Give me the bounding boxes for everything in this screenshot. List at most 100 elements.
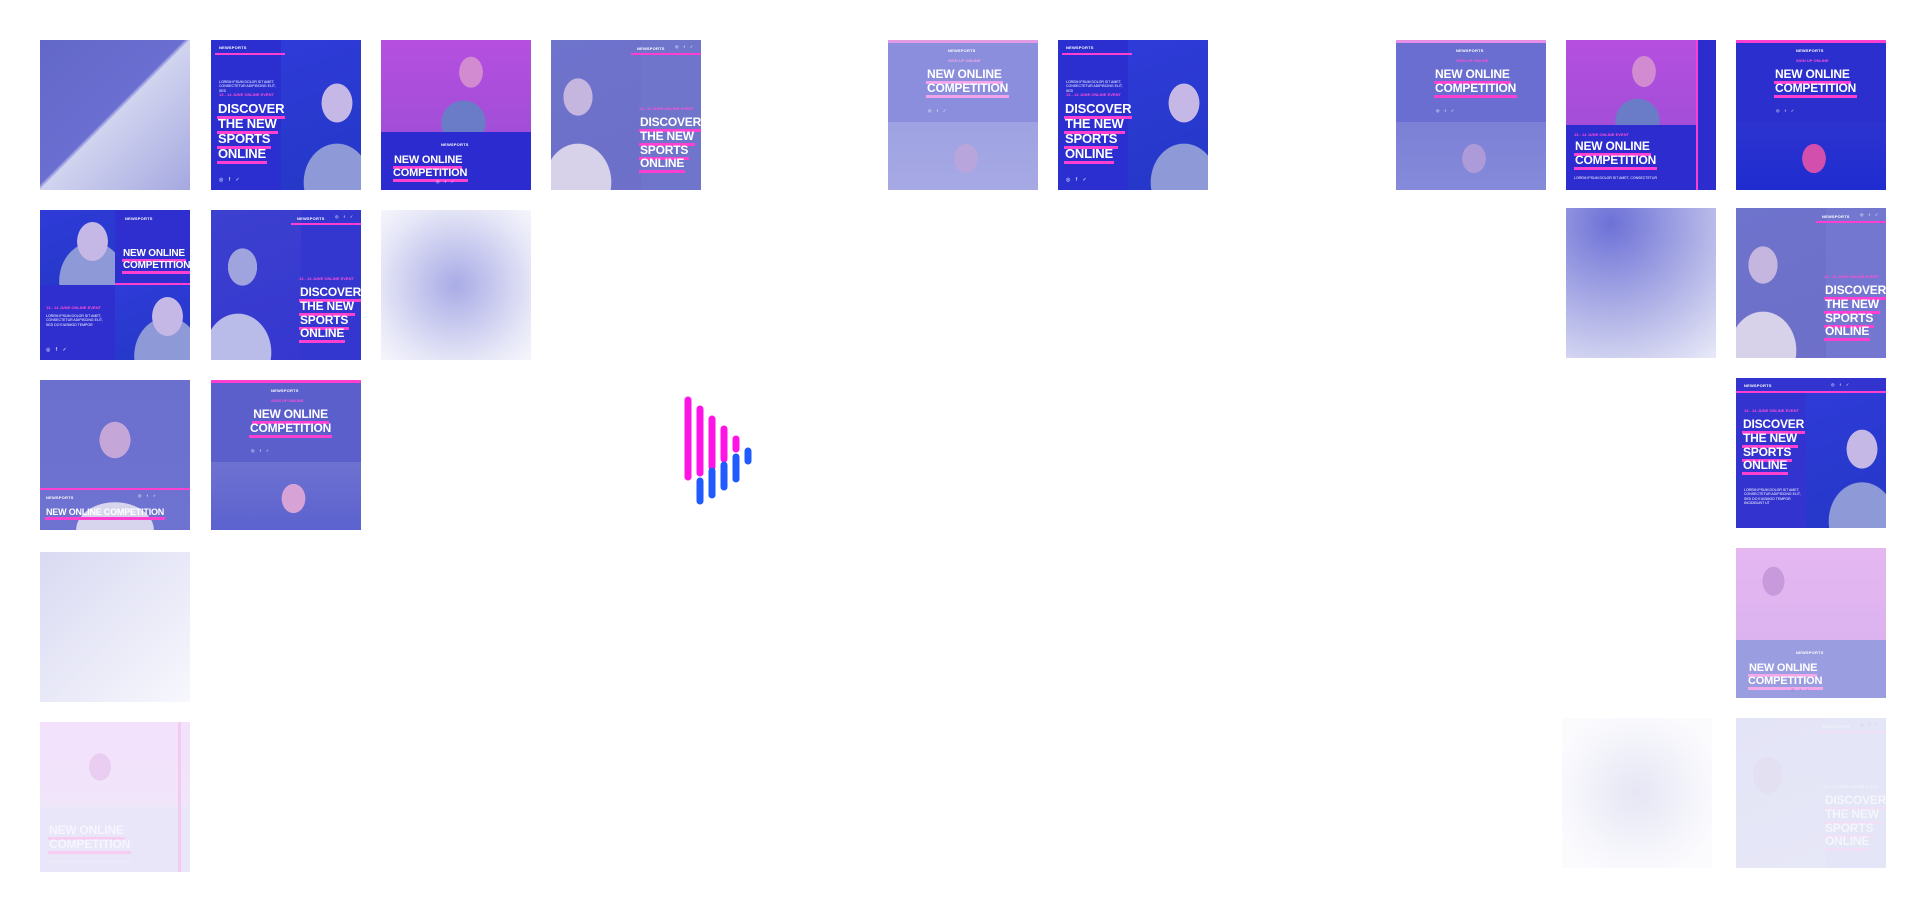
event-date: 13 - 14 JUNE ONLINE EVENT xyxy=(46,305,101,310)
headline: DISCOVER THE NEW SPORTS ONLINE xyxy=(1742,417,1806,476)
brand-logo: NEWSPORTS xyxy=(219,45,247,50)
accent-bar xyxy=(1816,221,1886,223)
template-thumbnail[interactable] xyxy=(40,40,190,190)
brand-logo: NEWSPORTS xyxy=(271,388,299,393)
accent-bar xyxy=(115,283,190,285)
template-thumbnail[interactable]: NEWSPORTS NEW ONLINE COMPETITION ◎ f ✓ xyxy=(1736,548,1886,698)
brand-logo: NEWSPORTS xyxy=(441,142,469,147)
headline: NEW ONLINE COMPETITION xyxy=(393,154,531,182)
gamer-photo xyxy=(1736,718,1826,868)
template-thumbnail[interactable]: NEWSPORTS SIGN UP ONLINE NEW ONLINE COMP… xyxy=(888,40,1038,190)
body-text: LOREM IPSUM DOLOR SIT AMET, CONSECTETUR … xyxy=(1744,488,1801,506)
event-date: 13 - 14 JUNE ONLINE EVENT xyxy=(299,276,354,281)
accent-bar xyxy=(1736,40,1886,43)
loading-placeholder xyxy=(1566,208,1716,358)
signup-text: SIGN UP ONLINE xyxy=(1796,58,1829,63)
headline: DISCOVER THE NEW SPORTS ONLINE xyxy=(217,101,286,164)
headline: DISCOVER THE NEW SPORTS ONLINE xyxy=(1824,283,1886,342)
headline: DISCOVER THE NEW SPORTS ONLINE xyxy=(639,115,701,174)
social-icons: ◎ f ✓ xyxy=(1860,212,1881,217)
template-thumbnail[interactable]: NEWSPORTS NEW ONLINE COMPETITION ◎ f ✓ xyxy=(381,40,531,190)
template-thumbnail[interactable]: NEWSPORTS ◎ f ✓ 13 - 14 JUNE ONLINE EVEN… xyxy=(1736,208,1886,358)
social-icons: ◎ f ✓ xyxy=(1436,108,1457,113)
accent-bar xyxy=(888,40,1038,43)
template-thumbnail[interactable]: NEWSPORTS ◎ f ✓ NEW ONLINE COMPETITION xyxy=(40,380,190,530)
accent-bar xyxy=(1696,40,1698,190)
social-icons: ◎ f ✓ xyxy=(138,493,159,498)
social-icons: ◎ f ✓ xyxy=(251,448,272,453)
side-strip xyxy=(1698,40,1716,190)
brand-logo: NEWSPORTS xyxy=(637,46,665,51)
brand-logo: NEWSPORTS xyxy=(125,216,153,221)
template-thumbnail[interactable]: NEWSPORTS ◎ f ✓ 13 - 14 JUNE ONLINE EVEN… xyxy=(551,40,701,190)
social-icons: ◎ f ✓ xyxy=(1831,382,1852,387)
headline: NEW ONLINE COMPETITION xyxy=(45,507,166,520)
headline: NEW ONLINE COMPETITION xyxy=(122,248,190,274)
app-logo-icon xyxy=(684,396,752,505)
event-date: 13 - 14 JUNE ONLINE EVENT xyxy=(1744,408,1799,413)
social-icons: ◎ f ✓ xyxy=(46,347,69,353)
template-thumbnail[interactable]: NEWSPORTS SIGN UP ONLINE NEW ONLINE COMP… xyxy=(211,380,361,530)
body-text: LOREM IPSUM DOLOR SIT AMET, CONSECTETUR … xyxy=(46,314,103,327)
gradient-placeholder xyxy=(381,210,531,360)
template-thumbnail[interactable]: NEWSPORTS ◎ f ✓ 13 - 14 JUNE ONLINE EVEN… xyxy=(1736,378,1886,528)
gamer-photo xyxy=(1396,120,1546,190)
headline: NEW ONLINE COMPETITION xyxy=(249,407,333,438)
social-icons: ◎ f ✓ xyxy=(436,179,457,184)
template-thumbnail[interactable]: NEWSPORTS ◎ f ✓ 13 - 14 JUNE ONLINE EVEN… xyxy=(211,210,361,360)
social-icons: ◎ f ✓ xyxy=(675,44,696,49)
template-thumbnail[interactable]: NEWSPORTS LOREM IPSUM DOLOR SIT AMET, CO… xyxy=(211,40,361,190)
template-thumbnail[interactable]: NEWSPORTS SIGN UP ONLINE NEW ONLINE COMP… xyxy=(1736,40,1886,190)
accent-bar xyxy=(1736,391,1886,393)
gradient-placeholder xyxy=(1566,208,1716,358)
brand-logo: NEWSPORTS xyxy=(46,495,74,500)
template-thumbnail[interactable]: NEW ONLINE COMPETITION LOREM IPSUM DOLOR… xyxy=(40,722,190,872)
template-thumbnail[interactable]: NEWSPORTS ◎ f ✓ 13 - 14 JUNE ONLINE EVEN… xyxy=(1736,718,1886,868)
brand-logo: NEWSPORTS xyxy=(1796,48,1824,53)
gradient-placeholder xyxy=(40,552,190,702)
social-icons: ◎ f ✓ xyxy=(219,177,242,183)
headline: NEW ONLINE COMPETITION xyxy=(1774,67,1858,98)
gamer-photo xyxy=(1736,120,1886,190)
gradient-placeholder xyxy=(1562,718,1712,868)
gamer-photo xyxy=(281,40,361,190)
brand-logo: NEWSPORTS xyxy=(297,216,325,221)
gamer-photo xyxy=(551,40,641,190)
social-icons: ◎ f ✓ xyxy=(1066,177,1089,183)
headline: NEW ONLINE COMPETITION xyxy=(1434,67,1518,98)
brand-logo: NEWSPORTS xyxy=(1822,214,1850,219)
brand-logo: NEWSPORTS xyxy=(948,48,976,53)
brand-logo: NEWSPORTS xyxy=(1066,45,1094,50)
vr-photo xyxy=(1566,40,1696,130)
template-thumbnail[interactable]: NEWSPORTS LOREM IPSUM DOLOR SIT AMET, CO… xyxy=(1058,40,1208,190)
accent-bar xyxy=(1816,731,1886,733)
headline: DISCOVER THE NEW SPORTS ONLINE xyxy=(299,285,361,344)
accent-bar xyxy=(1396,40,1546,43)
signup-text: SIGN UP ONLINE xyxy=(271,398,304,403)
event-date: 13 - 14 JUNE ONLINE EVENT xyxy=(1824,274,1879,279)
vr-photo xyxy=(1736,548,1886,643)
accent-bar xyxy=(631,53,701,55)
accent-bar xyxy=(178,722,181,872)
brand-logo: NEWSPORTS xyxy=(1744,383,1772,388)
social-icons: ◎ f ✓ xyxy=(1776,108,1797,113)
vr-photo xyxy=(381,40,531,132)
gamer-photo xyxy=(211,210,301,360)
accent-bar xyxy=(215,53,285,55)
template-thumbnail[interactable]: 13 - 14 JUNE ONLINE EVENT NEW ONLINE COM… xyxy=(1566,40,1716,190)
gamer-photo xyxy=(1128,40,1208,190)
signup-text: SIGN UP ONLINE xyxy=(1456,58,1489,63)
body-text: LOREM IPSUM DOLOR SIT AMET, CONSECTETUR xyxy=(1574,176,1657,180)
social-icons: ◎ f ✓ xyxy=(1791,687,1812,692)
social-icons: ◎ f ✓ xyxy=(335,214,356,219)
event-date: 13 - 14 JUNE ONLINE EVENT xyxy=(1574,132,1629,137)
gradient-placeholder xyxy=(40,40,190,190)
signup-text: SIGN UP ONLINE xyxy=(948,58,981,63)
gamer-photo xyxy=(888,120,1038,190)
template-thumbnail[interactable]: NEWSPORTS SIGN UP ONLINE NEW ONLINE COMP… xyxy=(1396,40,1546,190)
headline: DISCOVER THE NEW SPORTS ONLINE xyxy=(1064,101,1133,164)
template-thumbnail[interactable]: NEWSPORTS NEW ONLINE COMPETITION 13 - 14… xyxy=(40,210,190,360)
gamer-photo xyxy=(40,210,115,285)
loading-placeholder xyxy=(381,210,531,360)
event-date: 13 - 14 JUNE ONLINE EVENT xyxy=(639,106,694,111)
